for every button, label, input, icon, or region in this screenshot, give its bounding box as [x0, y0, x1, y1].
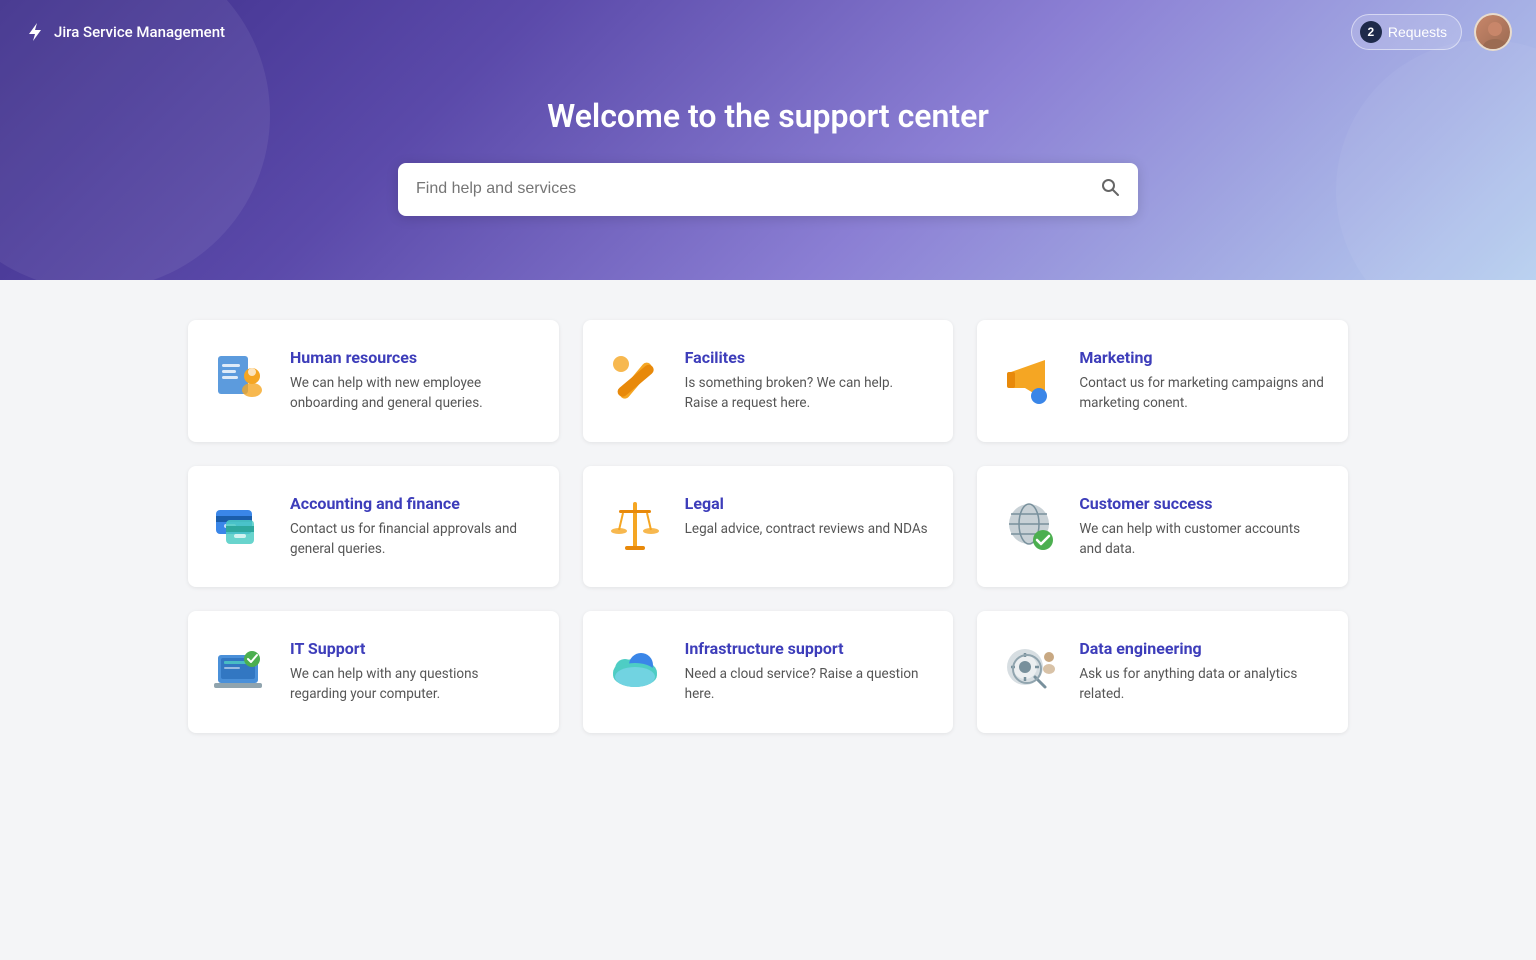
- service-card-accounting-finance[interactable]: Accounting and finance Contact us for fi…: [188, 466, 559, 588]
- requests-badge: 2: [1360, 21, 1382, 43]
- card-desc-legal: Legal advice, contract reviews and NDAs: [685, 519, 928, 539]
- search-input[interactable]: [416, 180, 1100, 198]
- card-desc-it-support: We can help with any questions regarding…: [290, 664, 535, 705]
- card-title-facilities: Facilites: [685, 348, 930, 367]
- card-desc-human-resources: We can help with new employee onboarding…: [290, 373, 535, 414]
- brand-logo[interactable]: Jira Service Management: [24, 21, 225, 43]
- service-card-data-engineering[interactable]: Data engineering Ask us for anything dat…: [977, 611, 1348, 733]
- card-desc-facilities: Is something broken? We can help. Raise …: [685, 373, 930, 414]
- navbar: Jira Service Management 2 Requests: [0, 0, 1536, 64]
- card-desc-infrastructure-support: Need a cloud service? Raise a question h…: [685, 664, 930, 705]
- card-title-human-resources: Human resources: [290, 348, 535, 367]
- service-icon-customer-success: [997, 494, 1061, 558]
- card-body-data-engineering: Data engineering Ask us for anything dat…: [1079, 639, 1324, 705]
- card-title-it-support: IT Support: [290, 639, 535, 658]
- service-card-it-support[interactable]: IT Support We can help with any question…: [188, 611, 559, 733]
- search-bar: [398, 163, 1138, 216]
- service-card-marketing[interactable]: Marketing Contact us for marketing campa…: [977, 320, 1348, 442]
- card-body-facilities: Facilites Is something broken? We can he…: [685, 348, 930, 414]
- card-desc-accounting-finance: Contact us for financial approvals and g…: [290, 519, 535, 560]
- card-body-customer-success: Customer success We can help with custom…: [1079, 494, 1324, 560]
- avatar-image: [1476, 15, 1510, 49]
- card-title-infrastructure-support: Infrastructure support: [685, 639, 930, 658]
- requests-label: Requests: [1388, 24, 1447, 40]
- service-icon-facilities: [603, 348, 667, 412]
- bolt-icon: [24, 21, 46, 43]
- card-title-accounting-finance: Accounting and finance: [290, 494, 535, 513]
- card-body-marketing: Marketing Contact us for marketing campa…: [1079, 348, 1324, 414]
- avatar[interactable]: [1474, 13, 1512, 51]
- card-desc-customer-success: We can help with customer accounts and d…: [1079, 519, 1324, 560]
- service-icon-infrastructure-support: [603, 639, 667, 703]
- service-card-infrastructure-support[interactable]: Infrastructure support Need a cloud serv…: [583, 611, 954, 733]
- card-title-data-engineering: Data engineering: [1079, 639, 1324, 658]
- requests-button[interactable]: 2 Requests: [1351, 14, 1462, 50]
- service-card-legal[interactable]: Legal Legal advice, contract reviews and…: [583, 466, 954, 588]
- card-title-marketing: Marketing: [1079, 348, 1324, 367]
- nav-right: 2 Requests: [1351, 13, 1512, 51]
- card-body-accounting-finance: Accounting and finance Contact us for fi…: [290, 494, 535, 560]
- service-icon-human-resources: [208, 348, 272, 412]
- card-body-it-support: IT Support We can help with any question…: [290, 639, 535, 705]
- service-card-human-resources[interactable]: Human resources We can help with new emp…: [188, 320, 559, 442]
- service-icon-data-engineering: [997, 639, 1061, 703]
- services-grid: Human resources We can help with new emp…: [188, 320, 1348, 733]
- service-icon-accounting-finance: [208, 494, 272, 558]
- service-icon-legal: [603, 494, 667, 558]
- service-card-customer-success[interactable]: Customer success We can help with custom…: [977, 466, 1348, 588]
- card-desc-data-engineering: Ask us for anything data or analytics re…: [1079, 664, 1324, 705]
- search-icon: [1100, 177, 1120, 202]
- service-card-facilities[interactable]: Facilites Is something broken? We can he…: [583, 320, 954, 442]
- card-body-legal: Legal Legal advice, contract reviews and…: [685, 494, 928, 539]
- card-title-customer-success: Customer success: [1079, 494, 1324, 513]
- service-icon-it-support: [208, 639, 272, 703]
- card-desc-marketing: Contact us for marketing campaigns and m…: [1079, 373, 1324, 414]
- card-title-legal: Legal: [685, 494, 928, 513]
- hero-title: Welcome to the support center: [547, 97, 989, 135]
- main-content: Human resources We can help with new emp…: [128, 280, 1408, 793]
- card-body-human-resources: Human resources We can help with new emp…: [290, 348, 535, 414]
- brand-name: Jira Service Management: [54, 23, 225, 41]
- card-body-infrastructure-support: Infrastructure support Need a cloud serv…: [685, 639, 930, 705]
- service-icon-marketing: [997, 348, 1061, 412]
